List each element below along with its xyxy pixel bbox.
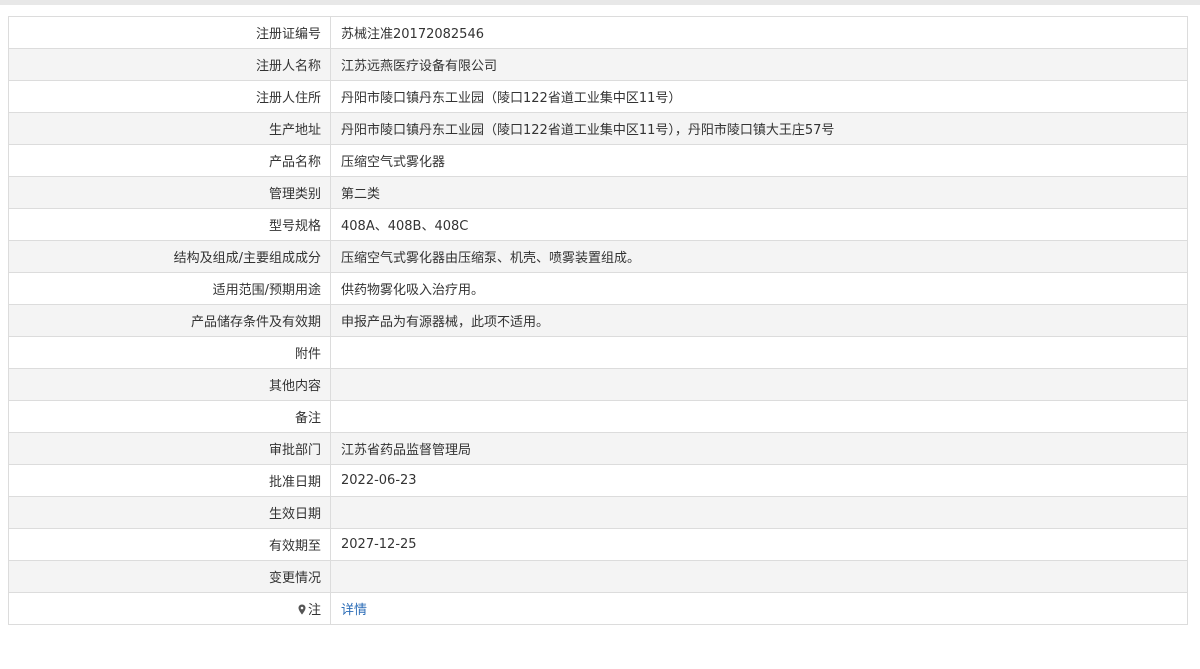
field-label: 附件 [8, 336, 331, 369]
field-label: 型号规格 [8, 208, 331, 241]
field-label: 管理类别 [8, 176, 331, 209]
row-registrant-address: 注册人住所 丹阳市陵口镇丹东工业园（陵口122省道工业集中区11号） [8, 80, 1188, 113]
field-value [330, 496, 1188, 529]
field-value: 丹阳市陵口镇丹东工业园（陵口122省道工业集中区11号） [330, 80, 1188, 113]
field-label: 变更情况 [8, 560, 331, 593]
row-intended-use: 适用范围/预期用途 供药物雾化吸入治疗用。 [8, 272, 1188, 305]
row-note: 注 详情 [8, 592, 1188, 625]
row-management-class: 管理类别 第二类 [8, 176, 1188, 209]
details-link[interactable]: 详情 [341, 603, 367, 618]
field-value: 408A、408B、408C [330, 208, 1188, 241]
note-value-cell: 详情 [330, 592, 1188, 625]
field-value: 苏械注准20172082546 [330, 16, 1188, 49]
row-attachments: 附件 [8, 336, 1188, 369]
row-structure-composition: 结构及组成/主要组成成分 压缩空气式雾化器由压缩泵、机壳、喷雾装置组成。 [8, 240, 1188, 273]
field-label: 有效期至 [8, 528, 331, 561]
row-approval-department: 审批部门 江苏省药品监督管理局 [8, 432, 1188, 465]
field-label: 注册证编号 [8, 16, 331, 49]
row-registrant-name: 注册人名称 江苏远燕医疗设备有限公司 [8, 48, 1188, 81]
field-value: 申报产品为有源器械，此项不适用。 [330, 304, 1188, 337]
field-label: 适用范围/预期用途 [8, 272, 331, 305]
field-value: 第二类 [330, 176, 1188, 209]
row-product-name: 产品名称 压缩空气式雾化器 [8, 144, 1188, 177]
field-label: 结构及组成/主要组成成分 [8, 240, 331, 273]
field-value [330, 400, 1188, 433]
row-storage-validity: 产品储存条件及有效期 申报产品为有源器械，此项不适用。 [8, 304, 1188, 337]
field-value: 2022-06-23 [330, 464, 1188, 497]
field-label: 生产地址 [8, 112, 331, 145]
row-model-spec: 型号规格 408A、408B、408C [8, 208, 1188, 241]
field-label: 产品储存条件及有效期 [8, 304, 331, 337]
field-label: 注册人名称 [8, 48, 331, 81]
field-label: 产品名称 [8, 144, 331, 177]
row-remarks: 备注 [8, 400, 1188, 433]
field-label: 生效日期 [8, 496, 331, 529]
field-value: 江苏省药品监督管理局 [330, 432, 1188, 465]
field-value: 江苏远燕医疗设备有限公司 [330, 48, 1188, 81]
field-value: 压缩空气式雾化器由压缩泵、机壳、喷雾装置组成。 [330, 240, 1188, 273]
row-production-address: 生产地址 丹阳市陵口镇丹东工业园（陵口122省道工业集中区11号），丹阳市陵口镇… [8, 112, 1188, 145]
field-value: 2027-12-25 [330, 528, 1188, 561]
row-valid-until: 有效期至 2027-12-25 [8, 528, 1188, 561]
row-approval-date: 批准日期 2022-06-23 [8, 464, 1188, 497]
note-label: 注 [307, 603, 321, 618]
field-value: 丹阳市陵口镇丹东工业园（陵口122省道工业集中区11号），丹阳市陵口镇大王庄57… [330, 112, 1188, 145]
field-label: 其他内容 [8, 368, 331, 401]
detail-table-body: 注册证编号 苏械注准20172082546 注册人名称 江苏远燕医疗设备有限公司… [8, 16, 1188, 625]
row-effective-date: 生效日期 [8, 496, 1188, 529]
location-pin-icon [298, 604, 306, 615]
field-value [330, 560, 1188, 593]
field-label: 批准日期 [8, 464, 331, 497]
field-value [330, 336, 1188, 369]
field-label: 备注 [8, 400, 331, 433]
field-value: 压缩空气式雾化器 [330, 144, 1188, 177]
field-label: 注册人住所 [8, 80, 331, 113]
row-other-content: 其他内容 [8, 368, 1188, 401]
field-value: 供药物雾化吸入治疗用。 [330, 272, 1188, 305]
registration-detail-table: 注册证编号 苏械注准20172082546 注册人名称 江苏远燕医疗设备有限公司… [8, 16, 1188, 625]
detail-page: 注册证编号 苏械注准20172082546 注册人名称 江苏远燕医疗设备有限公司… [0, 5, 1200, 669]
note-label-cell: 注 [8, 592, 331, 625]
field-label: 审批部门 [8, 432, 331, 465]
row-change-status: 变更情况 [8, 560, 1188, 593]
field-value [330, 368, 1188, 401]
row-registration-number: 注册证编号 苏械注准20172082546 [8, 16, 1188, 49]
